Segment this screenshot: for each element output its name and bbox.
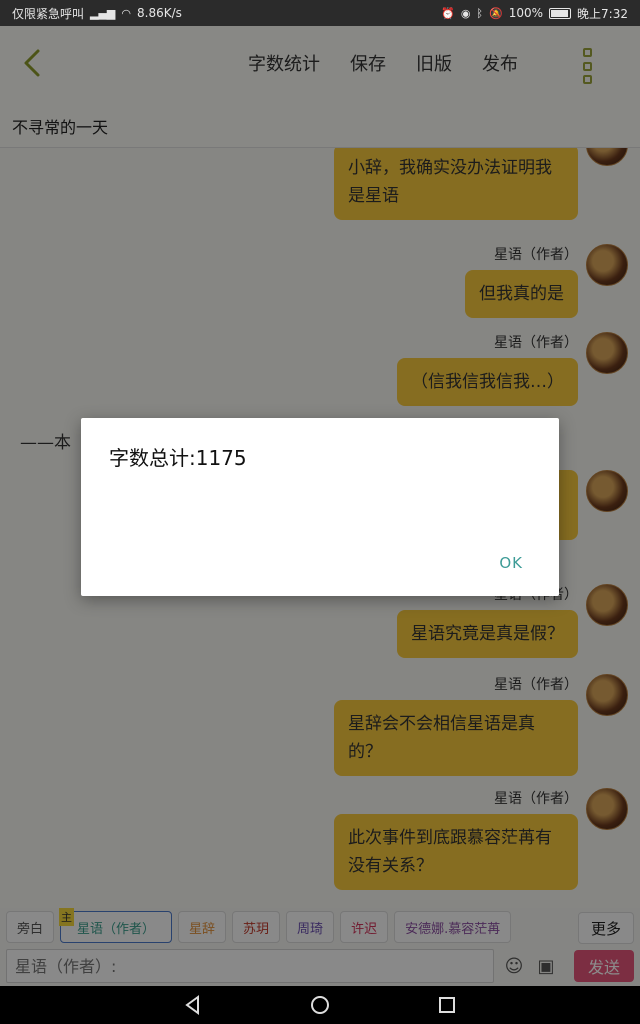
battery-icon	[549, 7, 572, 19]
signal-icon: ▂▄▆	[90, 6, 116, 20]
mute-icon: 🔕	[489, 6, 503, 20]
back-nav-icon[interactable]	[183, 995, 203, 1015]
carrier-text: 仅限紧急呼叫	[12, 6, 85, 21]
bluetooth-icon: ᛒ	[476, 6, 484, 20]
battery-percent: 100%	[508, 6, 544, 20]
wifi-icon: ◠	[121, 6, 132, 20]
status-bar: 仅限紧急呼叫 ▂▄▆ ◠ 8.86K/s ⏰ ◉ ᛒ 🔕 100% 晚上7:32	[0, 0, 640, 26]
network-speed: 8.86K/s	[137, 6, 182, 20]
word-count-dialog: 字数总计:1175 OK	[81, 418, 559, 596]
clock: 晚上7:32	[577, 6, 628, 21]
home-nav-icon[interactable]	[310, 995, 330, 1015]
alarm-icon: ⏰	[441, 6, 455, 20]
eye-icon: ◉	[460, 6, 471, 20]
dialog-message: 字数总计:1175	[109, 446, 247, 470]
recents-nav-icon[interactable]	[437, 995, 457, 1015]
ok-button[interactable]: OK	[499, 554, 523, 572]
system-nav-bar	[0, 986, 640, 1024]
